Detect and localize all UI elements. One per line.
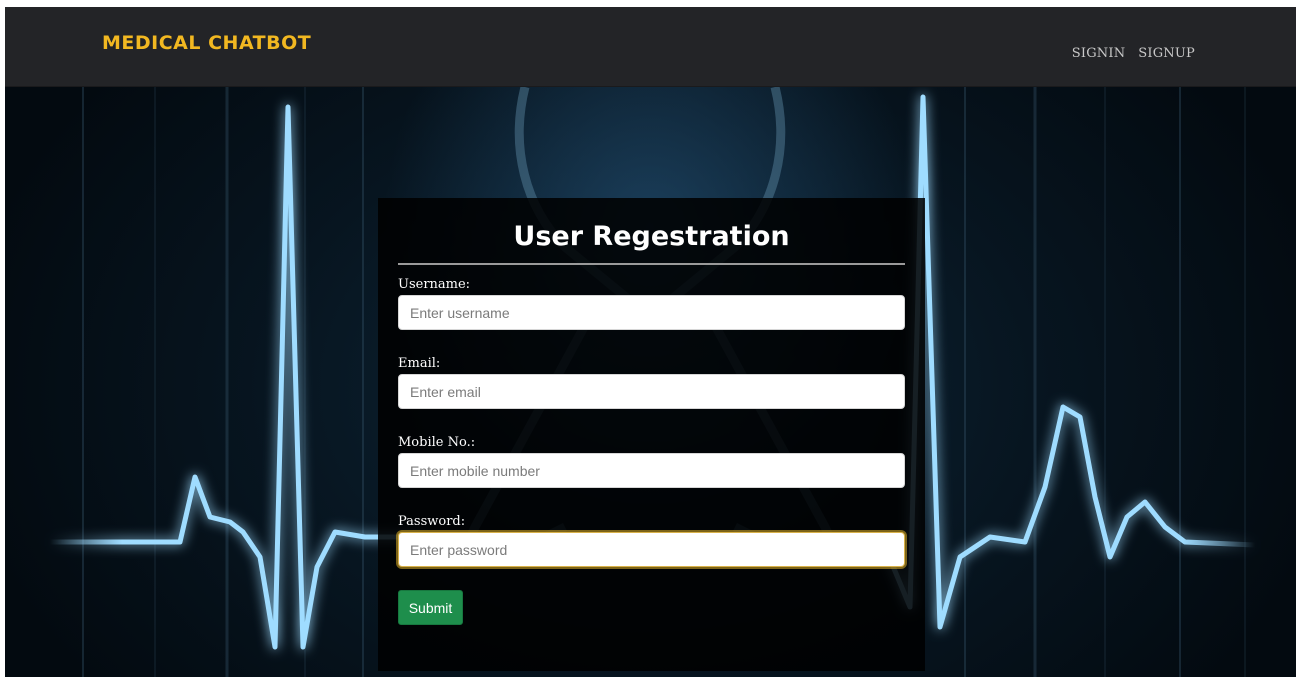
signin-link[interactable]: SIGNIN xyxy=(1072,46,1126,61)
brand-logo[interactable]: MEDICAL CHATBOT xyxy=(102,32,311,54)
signup-link[interactable]: SIGNUP xyxy=(1138,46,1195,61)
form-title: User Regestration xyxy=(513,221,790,252)
mobile-label: Mobile No.: xyxy=(398,435,476,450)
password-input[interactable] xyxy=(398,532,905,567)
nav-links: SIGNIN SIGNUP xyxy=(1072,46,1195,61)
password-label: Password: xyxy=(398,514,466,529)
username-label: Username: xyxy=(398,277,471,292)
username-input[interactable] xyxy=(398,295,905,330)
registration-form: User Regestration Username: Email: Mobil… xyxy=(378,198,925,671)
email-input[interactable] xyxy=(398,374,905,409)
email-label: Email: xyxy=(398,356,441,371)
title-divider xyxy=(398,263,905,265)
navbar: MEDICAL CHATBOT SIGNIN SIGNUP xyxy=(5,7,1296,87)
mobile-input[interactable] xyxy=(398,453,905,488)
submit-button[interactable]: Submit xyxy=(398,590,463,625)
browser-viewport: MEDICAL CHATBOT SIGNIN SIGNUP User Reges… xyxy=(5,7,1296,677)
hero-background: User Regestration Username: Email: Mobil… xyxy=(5,87,1296,677)
